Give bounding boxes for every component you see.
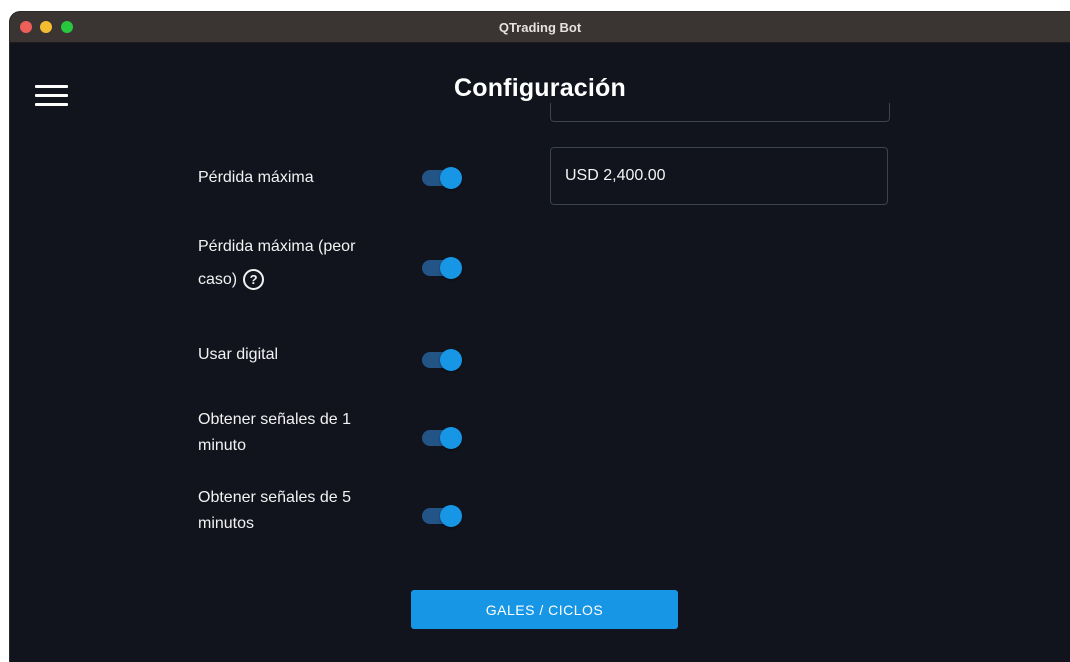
signals-1min-label: Obtener señales de 1 minuto: [198, 407, 388, 459]
max-loss-worst-label-line2-text: caso): [198, 271, 238, 288]
max-loss-toggle[interactable]: [421, 166, 463, 190]
signals-5min-toggle[interactable]: [421, 504, 463, 528]
max-loss-worst-toggle[interactable]: [421, 256, 463, 280]
toggle-thumb: [440, 427, 462, 449]
signals-1min-toggle[interactable]: [421, 426, 463, 450]
signals-5min-label-line1: Obtener señales de 5: [198, 489, 351, 506]
max-loss-label: Pérdida máxima: [198, 169, 314, 186]
toggle-thumb: [440, 257, 462, 279]
max-loss-input[interactable]: [550, 147, 888, 205]
signals-1min-label-line2: minuto: [198, 437, 247, 454]
previous-input-field[interactable]: [550, 103, 890, 122]
window-title: QTrading Bot: [498, 20, 582, 35]
gales-ciclos-button[interactable]: GALES / CICLOS: [411, 590, 678, 629]
toggle-thumb: [440, 349, 462, 371]
app-window: QTrading Bot Configuración Pérdida máxim…: [10, 12, 1070, 662]
window-titlebar[interactable]: QTrading Bot: [10, 12, 1070, 43]
toggle-thumb: [440, 505, 462, 527]
signals-5min-label-line2: minutos: [198, 515, 255, 532]
max-loss-worst-label: Pérdida máxima (peor caso)?: [198, 230, 388, 296]
signals-5min-label: Obtener señales de 5 minutos: [198, 485, 388, 537]
help-icon[interactable]: ?: [243, 269, 265, 291]
use-digital-label: Usar digital: [198, 346, 279, 363]
use-digital-toggle[interactable]: [421, 348, 463, 372]
settings-page: Configuración Pérdida máxima Pérdida máx…: [10, 43, 1070, 662]
signals-1min-label-line1: Obtener señales de 1: [198, 411, 351, 428]
page-title: Configuración: [453, 74, 627, 102]
max-loss-worst-label-line1: Pérdida máxima (peor: [198, 238, 356, 255]
max-loss-worst-label-line2: caso)?: [198, 263, 388, 296]
toggle-thumb: [440, 167, 462, 189]
